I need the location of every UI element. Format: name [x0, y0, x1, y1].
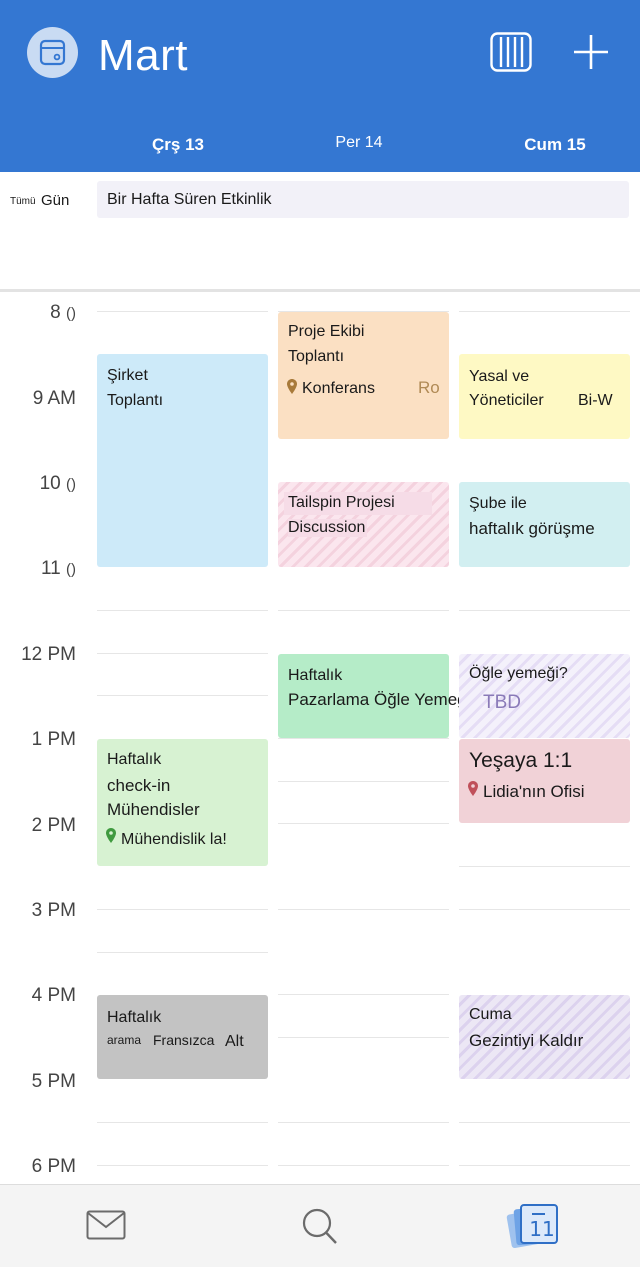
- event-subtitle: check-in: [107, 776, 171, 795]
- event-subtitle: Gezintiyi Kaldır: [469, 1031, 584, 1050]
- grid-line: [97, 653, 268, 654]
- event-title: Haftalık: [107, 1009, 162, 1026]
- event-subtitle-2: Mühendisler: [107, 800, 200, 819]
- grid-line: [97, 610, 268, 611]
- grid-line: [278, 1122, 449, 1123]
- event-subtitle-a: arama: [107, 1033, 142, 1047]
- grid-line: [278, 994, 449, 995]
- hour-label-8: 8 (): [50, 302, 76, 323]
- grid-line: [278, 1165, 449, 1166]
- event-location: Konferans: [302, 380, 375, 397]
- event-checkin-muhendisler[interactable]: Haftalık check-in Mühendisler Mühendisli…: [97, 739, 268, 866]
- event-subtitle-b: Fransızca: [153, 1032, 215, 1048]
- grid-line: [97, 311, 268, 312]
- event-title: Proje Ekibi: [288, 323, 365, 340]
- grid-line: [278, 738, 449, 739]
- grid-line: [278, 823, 449, 824]
- event-title: Yasal ve: [469, 368, 530, 385]
- hour-label-16: 4 PM: [31, 985, 76, 1006]
- event-proje-ekibi[interactable]: Proje Ekibi Toplantı Konferans Ro: [278, 312, 449, 439]
- event-subtitle: haftalık görüşme: [469, 519, 595, 538]
- day-header-thu[interactable]: Per 14: [279, 134, 439, 152]
- calendar-outline-icon: [39, 39, 66, 66]
- event-title: Tailspin Projesi: [288, 494, 395, 511]
- hour-label-18: 6 PM: [31, 1156, 76, 1177]
- month-title[interactable]: Mart: [98, 31, 188, 81]
- grid-line: [459, 1122, 630, 1123]
- event-title: Şirket: [107, 367, 148, 384]
- mail-icon[interactable]: [86, 1210, 126, 1240]
- search-icon[interactable]: [300, 1207, 340, 1247]
- view-switch-icon[interactable]: [490, 32, 532, 74]
- all-day-label-small: Tümü: [10, 196, 36, 207]
- grid-line: [278, 781, 449, 782]
- grid-line: [278, 909, 449, 910]
- calendar-app-icon[interactable]: [27, 27, 78, 78]
- grid-line: [459, 610, 630, 611]
- event-fransizca-arama[interactable]: Haftalık arama Fransızca Alt: [97, 995, 268, 1079]
- grid-line: [97, 1122, 268, 1123]
- grid-line: [97, 695, 268, 696]
- event-sirket-toplanti[interactable]: Şirket Toplantı: [97, 354, 268, 567]
- event-subtitle: TBD: [483, 692, 521, 713]
- event-cuma-gezinti[interactable]: Cuma Gezintiyi Kaldır: [459, 995, 630, 1079]
- event-title: Yeşaya 1:1: [469, 749, 573, 772]
- all-day-divider: [0, 289, 640, 292]
- grid-line: [459, 1165, 630, 1166]
- event-title: Haftalık: [107, 751, 162, 768]
- event-subtitle: Discussion: [288, 519, 368, 537]
- grid-line: [459, 866, 630, 867]
- event-location: Mühendislik la!: [121, 831, 227, 848]
- all-day-event[interactable]: Bir Hafta Süren Etkinlik: [97, 181, 629, 218]
- event-yasal-yoneticiler[interactable]: Yasal ve Yöneticiler Bi-W: [459, 354, 630, 439]
- event-pazarlama[interactable]: Haftalık Pazarlama Öğle Yemeği: [278, 654, 470, 738]
- grid-line: [97, 1165, 268, 1166]
- location-pin-icon: [468, 781, 478, 796]
- calendar-header: Mart Çrş 13 Per 14 Cum 15: [0, 0, 640, 172]
- event-title: Cuma: [469, 1006, 512, 1023]
- all-day-label: Gün: [41, 192, 70, 209]
- bottom-navigation: 11: [0, 1184, 640, 1267]
- add-event-icon[interactable]: [572, 33, 610, 71]
- hour-label-11: 11 (): [40, 558, 76, 579]
- location-pin-icon: [106, 828, 116, 843]
- grid-line: [97, 909, 268, 910]
- grid-line: [278, 610, 449, 611]
- event-title: Haftalık: [288, 667, 343, 684]
- hour-label-14: 2 PM: [31, 815, 76, 836]
- hour-label-12: 12 PM: [21, 644, 76, 665]
- hour-label-9: 9 AM: [32, 388, 76, 409]
- hour-label-10: 10 (): [39, 473, 76, 494]
- hour-label-15: 3 PM: [31, 900, 76, 921]
- location-pin-icon: [287, 379, 297, 394]
- event-location: Lidia'nın Ofisi: [483, 782, 585, 801]
- event-sube-gorusme[interactable]: Şube ile haftalık görüşme: [459, 482, 630, 567]
- calendar-icon[interactable]: 11: [505, 1202, 561, 1250]
- event-room: Ro: [418, 378, 440, 397]
- grid-line: [97, 952, 268, 953]
- event-title: Öğle yemeği?: [469, 665, 568, 682]
- event-title: Şube ile: [469, 495, 527, 512]
- hour-label-17: 5 PM: [31, 1071, 76, 1092]
- grid-line: [459, 909, 630, 910]
- day-header-wed[interactable]: Çrş 13: [98, 135, 258, 155]
- event-ogle-yemegi[interactable]: Öğle yemeği? TBD: [459, 654, 630, 738]
- grid-line: [459, 311, 630, 312]
- event-subtitle-c: Alt: [225, 1033, 244, 1050]
- day-header-fri[interactable]: Cum 15: [475, 135, 635, 155]
- event-subtitle: Toplantı: [107, 392, 164, 409]
- event-yesaya[interactable]: Yeşaya 1:1 Lidia'nın Ofisi: [459, 739, 630, 823]
- event-subtitle: Yöneticiler: [469, 392, 544, 409]
- event-tailspin[interactable]: Tailspin Projesi Discussion: [278, 482, 449, 567]
- grid-line: [278, 1037, 449, 1038]
- hour-label-13: 1 PM: [31, 729, 76, 750]
- calendar-day-number: 11: [529, 1217, 555, 1241]
- event-subtitle: Toplantı: [288, 348, 345, 365]
- event-subtitle: Pazarlama Öğle Yemeği: [288, 690, 471, 709]
- all-day-event-title: Bir Hafta Süren Etkinlik: [107, 191, 272, 208]
- event-extra: Bi-W: [578, 392, 613, 409]
